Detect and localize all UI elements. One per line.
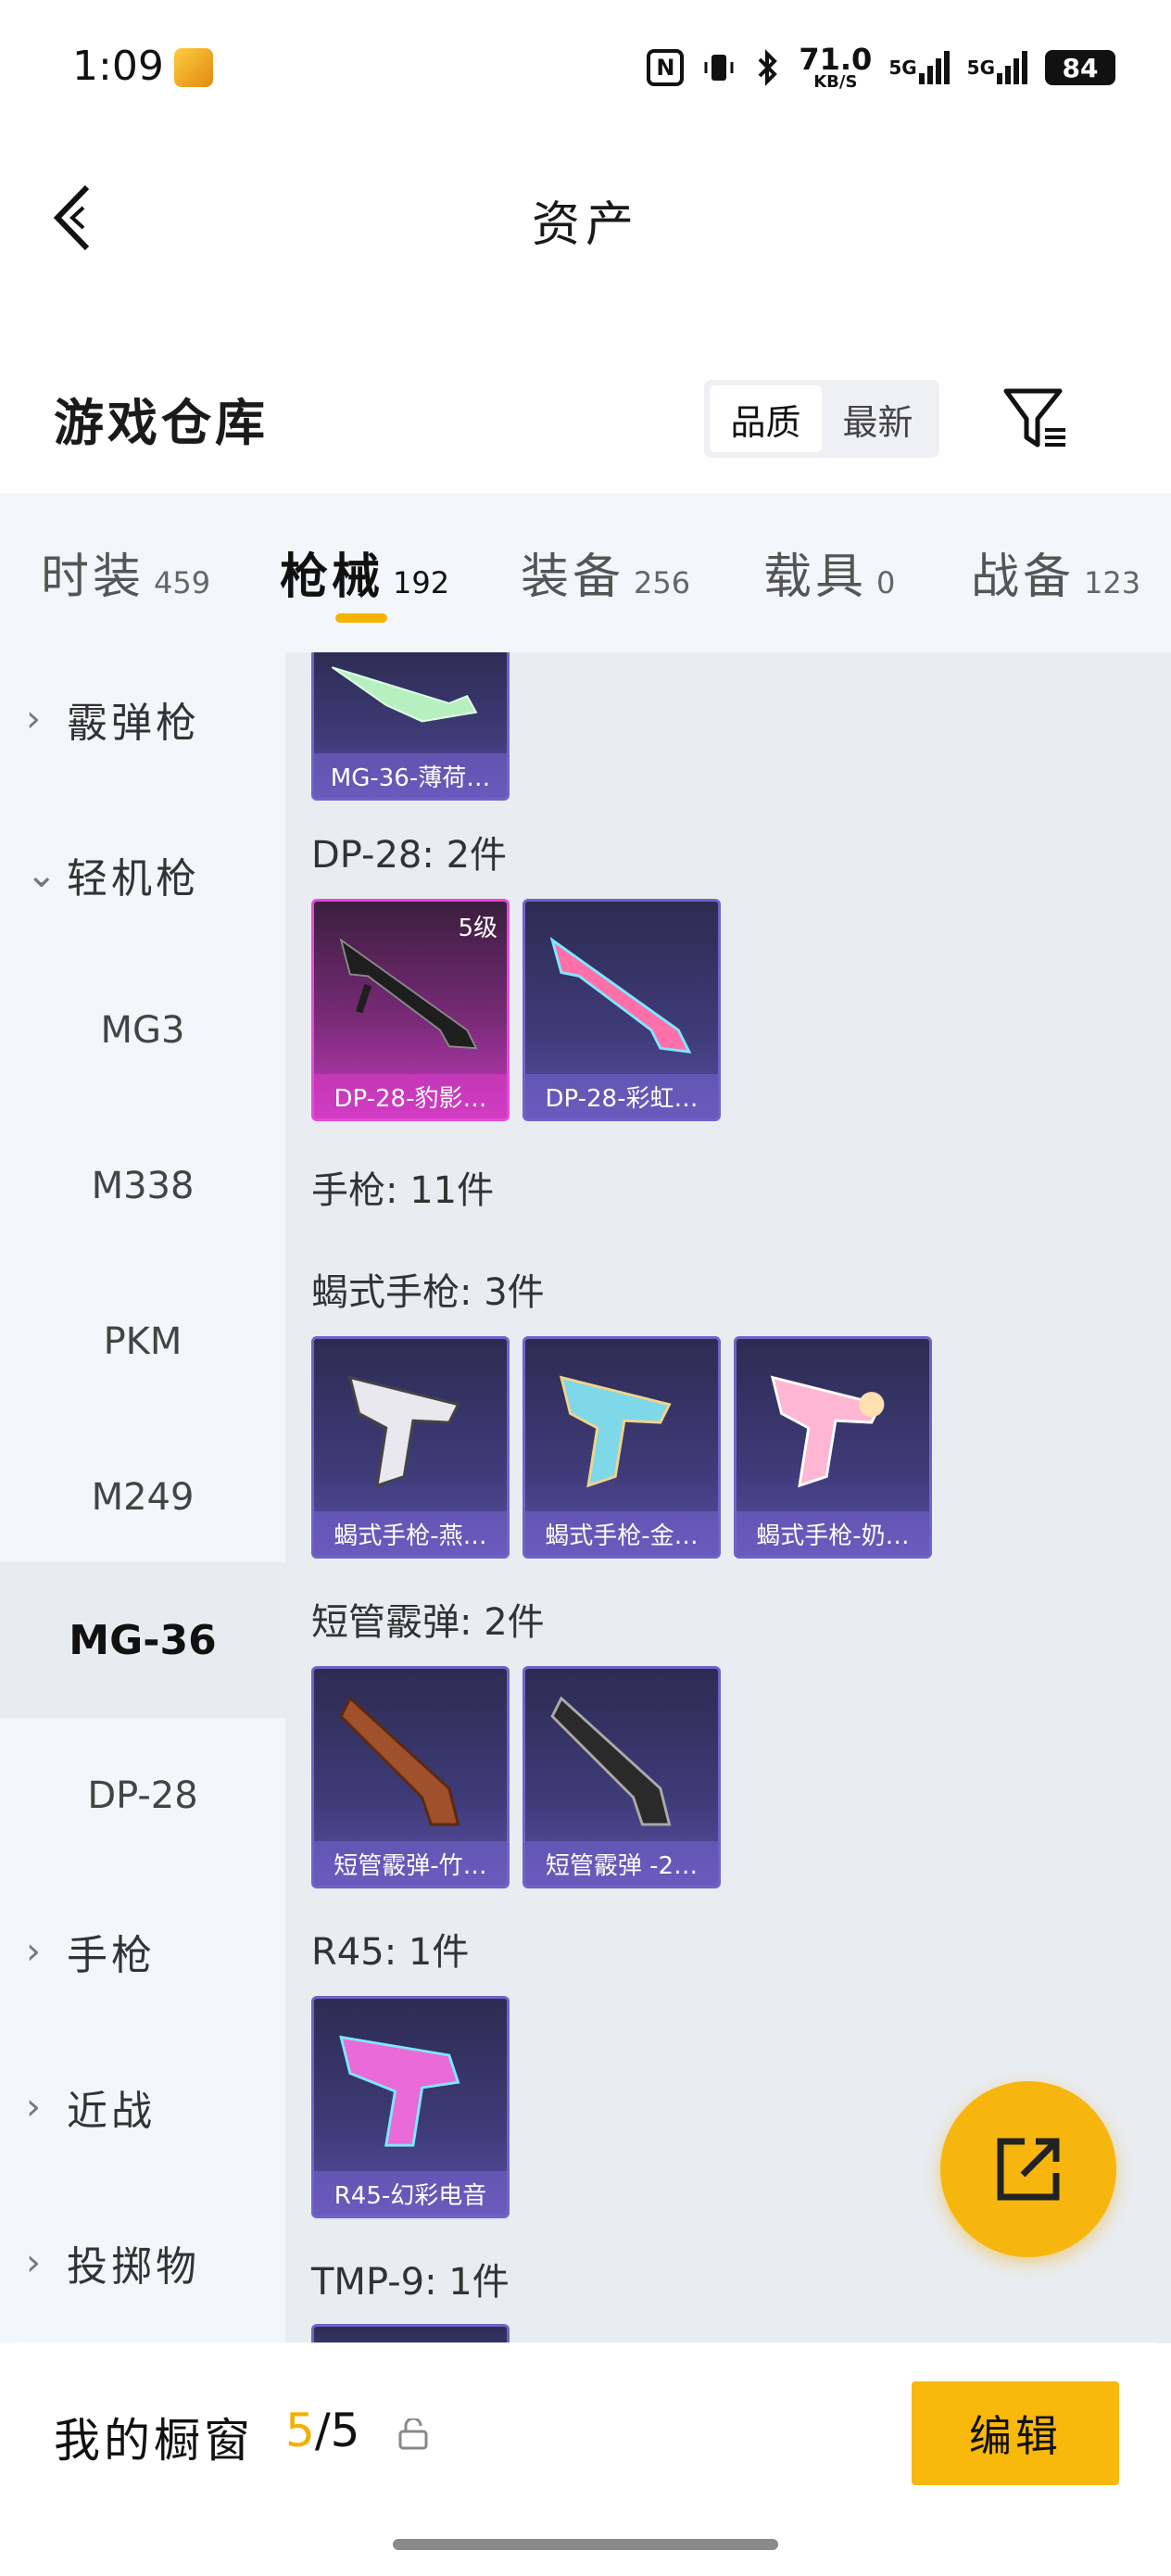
- sidebar: › 霰弹枪 ⌄ 轻机枪 MG3 M338 PKM M249 MG-36 DP-28 …: [0, 652, 285, 2343]
- sidebar-item-pkm[interactable]: PKM: [0, 1264, 285, 1420]
- sidebar-item-mg3[interactable]: MG3: [0, 953, 285, 1108]
- weapon-card[interactable]: 蝎式手枪-奶…: [734, 1336, 932, 1559]
- group-label: R45: 1件: [311, 1931, 470, 1974]
- chevron-right-icon: ›: [26, 1930, 41, 1973]
- showcase-count: 5/5: [285, 2404, 360, 2457]
- weapon-image: [549, 936, 692, 1054]
- weapon-name: DP-28-彩虹…: [525, 1074, 718, 1118]
- network-speed: 71.0 KB/S: [799, 42, 873, 92]
- weapon-name: 短管霰弹-竹…: [314, 1841, 507, 1886]
- app-notification-icon: [174, 48, 213, 87]
- sort-quality-button[interactable]: 品质: [710, 385, 822, 452]
- status-time: 1:09: [72, 43, 164, 90]
- sort-toggle: 品质 最新: [704, 380, 939, 458]
- sidebar-item-pistol[interactable]: › 手枪: [0, 1874, 285, 2029]
- weapon-name: R45-幻彩电音: [314, 2171, 507, 2216]
- weapon-card[interactable]: MG-36-薄荷…: [311, 652, 510, 801]
- tab-equipment[interactable]: 装备 256: [521, 537, 690, 607]
- weapon-card[interactable]: 短管霰弹-竹…: [311, 1666, 510, 1888]
- lock-icon: [397, 2417, 430, 2450]
- weapon-card[interactable]: 短管霰弹 -2…: [523, 1666, 721, 1888]
- weapon-name: DP-28-豹影…: [314, 1074, 507, 1118]
- share-button[interactable]: [940, 2081, 1116, 2257]
- group-label: DP-28: 2件: [311, 834, 508, 877]
- sidebar-item-mg36[interactable]: MG-36: [0, 1562, 285, 1718]
- chevron-right-icon: ›: [26, 698, 41, 740]
- weapon-name: 短管霰弹 -2…: [525, 1841, 718, 1886]
- nfc-icon: N: [647, 49, 685, 86]
- group-label: 手枪: 11件: [311, 1169, 495, 1212]
- status-icons: N 71.0 KB/S 5G 5G 84: [647, 44, 1115, 91]
- sidebar-item-shotgun[interactable]: › 霰弹枪: [0, 641, 285, 797]
- chevron-down-icon: ⌄: [26, 853, 57, 896]
- tab-supplies[interactable]: 战备 123: [971, 537, 1140, 607]
- weapon-image: [339, 2035, 460, 2147]
- tab-firearms[interactable]: 枪械 192: [280, 537, 449, 607]
- bluetooth-icon: [754, 48, 782, 87]
- edit-button[interactable]: 编辑: [912, 2381, 1119, 2485]
- sidebar-item-melee[interactable]: › 近战: [0, 2029, 285, 2185]
- weapon-image: [339, 1696, 460, 1826]
- weapon-card[interactable]: 蝎式手枪-燕…: [311, 1336, 510, 1559]
- sidebar-item-m249[interactable]: M249: [0, 1420, 285, 1575]
- tab-vehicles[interactable]: 载具 0: [763, 537, 895, 607]
- share-icon: [997, 2138, 1060, 2201]
- sort-newest-button[interactable]: 最新: [822, 385, 934, 452]
- weapon-name: 蝎式手枪-奶…: [737, 1511, 929, 1556]
- weapon-card[interactable]: DP-28-彩虹…: [523, 899, 721, 1121]
- weapon-level-badge: 5级: [458, 915, 497, 942]
- sidebar-item-lmg[interactable]: ⌄ 轻机枪: [0, 797, 285, 953]
- battery-icon: 84: [1045, 50, 1115, 85]
- weapon-name: MG-36-薄荷…: [314, 753, 507, 798]
- weapon-image: [347, 1375, 460, 1488]
- chevron-right-icon: ›: [26, 2086, 41, 2128]
- section-title: 游戏仓库: [54, 394, 269, 452]
- page-title: 资产: [531, 197, 639, 253]
- weapon-image: [770, 1375, 885, 1488]
- tab-indicator: [335, 613, 387, 623]
- signal-icon-2: 5G: [967, 51, 1028, 84]
- weapon-name: 蝎式手枪-金…: [525, 1511, 718, 1556]
- group-label: 短管霰弹: 2件: [311, 1601, 545, 1644]
- weapon-card[interactable]: [311, 2324, 510, 2343]
- weapon-image: [550, 1696, 672, 1826]
- group-label: TMP-9: 1件: [311, 2261, 510, 2304]
- weapon-card[interactable]: R45-幻彩电音: [311, 1996, 510, 2218]
- signal-icon: 5G: [888, 51, 950, 84]
- sidebar-item-throwables[interactable]: › 投掷物: [0, 2185, 285, 2341]
- home-indicator[interactable]: [393, 2539, 778, 2550]
- filter-icon: [1003, 388, 1065, 448]
- filter-button[interactable]: [999, 382, 1073, 456]
- weapon-name: 蝎式手枪-燕…: [314, 1511, 507, 1556]
- group-label: 蝎式手枪: 3件: [311, 1271, 545, 1314]
- chevron-right-icon: ›: [26, 2241, 41, 2284]
- weapon-image: [331, 666, 478, 723]
- weapon-card[interactable]: 蝎式手枪-金…: [523, 1336, 721, 1559]
- tab-fashion[interactable]: 时装 459: [41, 537, 210, 607]
- vibrate-icon: [700, 49, 737, 86]
- showcase-label: 我的橱窗: [54, 2414, 254, 2468]
- weapon-card[interactable]: 5级 DP-28-豹影…: [311, 899, 510, 1121]
- weapon-image: [559, 1375, 672, 1488]
- sidebar-item-m338[interactable]: M338: [0, 1108, 285, 1264]
- sidebar-item-dp28[interactable]: DP-28: [0, 1718, 285, 1874]
